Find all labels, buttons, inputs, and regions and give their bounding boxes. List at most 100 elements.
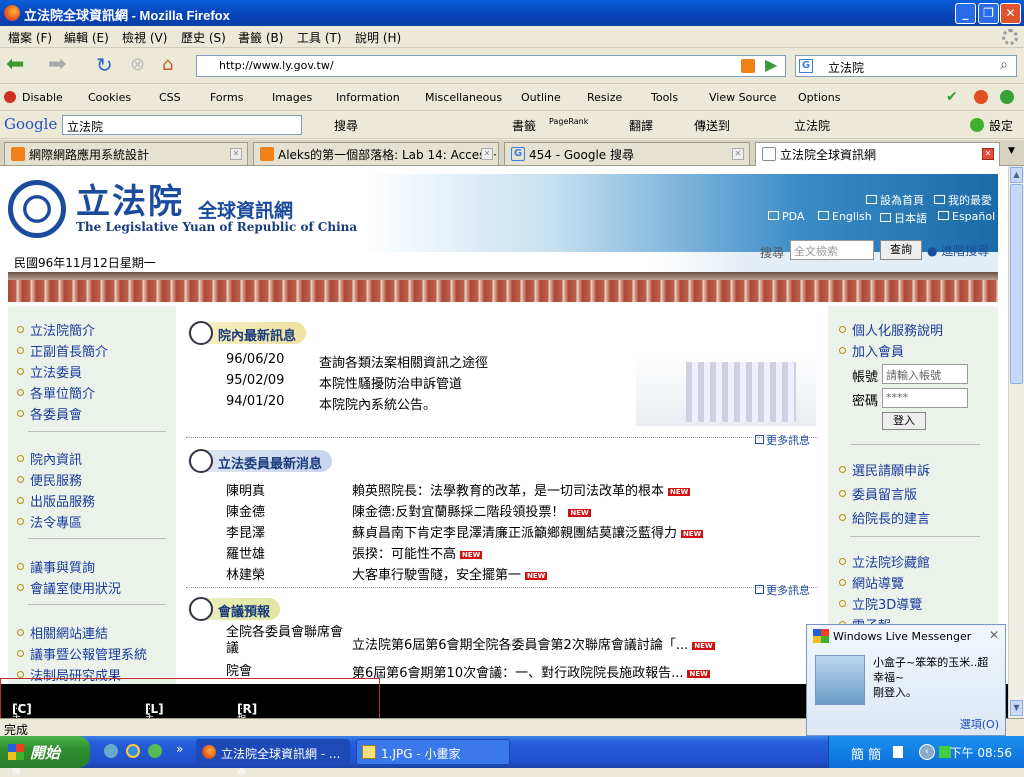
dev-forms[interactable]: Forms: [210, 91, 243, 104]
tab-item-active[interactable]: 立法院全球資訊網 ✕: [755, 142, 1000, 166]
scroll-up-icon[interactable]: ▲: [1010, 167, 1023, 183]
dev-resize[interactable]: Resize: [587, 91, 622, 104]
site-search-input[interactable]: 全文檢索: [790, 240, 874, 260]
nav-laws[interactable]: 法令專區: [16, 512, 82, 531]
dev-cookies[interactable]: Cookies: [88, 91, 131, 104]
messenger-close-icon[interactable]: ✕: [989, 628, 999, 642]
nav-about[interactable]: 立法院簡介: [16, 320, 95, 339]
go-icon[interactable]: ▶: [765, 55, 777, 74]
tab-close-icon[interactable]: ✕: [230, 148, 242, 160]
start-button[interactable]: 開始: [0, 736, 90, 768]
google-pagerank[interactable]: PageRank: [549, 117, 588, 126]
legislator-news-link[interactable]: 張揆：可能性不高 NEW: [352, 543, 483, 562]
stop-icon[interactable]: ⊗: [130, 55, 152, 77]
taskbar-firefox[interactable]: 立法院全球資訊網 - ...: [196, 739, 350, 765]
login-button[interactable]: 登入: [882, 412, 926, 430]
dev-tools[interactable]: Tools: [651, 91, 678, 104]
nav-internal-info[interactable]: 院內資訊: [16, 449, 82, 468]
advanced-search-link[interactable]: ● 進階搜尋: [927, 242, 989, 259]
google-sendto[interactable]: 傳送到: [694, 117, 730, 134]
legislator-name[interactable]: 李昆澤: [226, 522, 265, 541]
dev-view-source[interactable]: View Source: [709, 91, 776, 104]
nav-proceedings[interactable]: 議事與質詢: [16, 557, 95, 576]
dev-disable[interactable]: Disable: [22, 91, 63, 104]
dev-css[interactable]: CSS: [159, 91, 181, 104]
url-bar[interactable]: http://www.ly.gov.tw/: [196, 55, 786, 77]
google-logo[interactable]: Google: [4, 115, 57, 133]
legislator-name[interactable]: 陳明真: [226, 480, 265, 499]
legislator-news-link[interactable]: 陳金德:反對宜蘭縣採二階段領投票！ NEW: [352, 501, 591, 520]
tab-item[interactable]: G 454 - Google 搜尋 ✕: [504, 142, 750, 165]
suggestion-link[interactable]: 給院長的建言: [838, 508, 930, 527]
news-link[interactable]: 本院性騷擾防治申訴管道: [319, 373, 462, 392]
tab-close-icon[interactable]: ✕: [481, 148, 493, 160]
set-homepage-link[interactable]: 設為首頁: [866, 192, 924, 208]
search-bar[interactable]: G 立法院 ⌕: [795, 55, 1017, 77]
nav-public-service[interactable]: 便民服務: [16, 470, 82, 489]
favorites-link[interactable]: 我的最愛: [934, 192, 992, 208]
tab-close-icon[interactable]: ✕: [732, 148, 744, 160]
news-more-link[interactable]: 更多訊息: [755, 432, 810, 448]
tab-list-icon[interactable]: ▼: [1008, 146, 1015, 156]
quicklaunch-expand-icon[interactable]: »: [176, 742, 183, 756]
nav-leaders[interactable]: 正副首長簡介: [16, 341, 108, 360]
legislators-more-link[interactable]: 更多訊息: [755, 582, 810, 598]
nav-gazette-system[interactable]: 議事暨公報管理系統: [16, 644, 147, 663]
dev-images[interactable]: Images: [272, 91, 312, 104]
messenger-message[interactable]: 小盒子~笨笨的玉米..超幸福~ 剛登入。: [873, 655, 999, 700]
clock[interactable]: 下午 08:56: [950, 744, 1012, 761]
site-logo-icon[interactable]: [8, 180, 66, 238]
legislator-news-link[interactable]: 蘇貞昌南下肯定李昆澤清廉正派籲鄉親團結莫讓泛藍得力 NEW: [352, 522, 704, 541]
minimize-button[interactable]: _: [955, 3, 976, 24]
english-link[interactable]: English: [818, 210, 872, 223]
legislator-name[interactable]: 陳金德: [226, 501, 265, 520]
meeting-link[interactable]: 立法院第6屆第6會期全院各委員會第2次聯席會議討論「... NEW: [352, 634, 715, 653]
forward-icon[interactable]: ➡: [48, 54, 70, 77]
taskbar-paint[interactable]: 1.JPG - 小畫家: [356, 739, 510, 765]
legislator-name[interactable]: 羅世雄: [226, 543, 265, 562]
menu-bookmarks[interactable]: 書籤 (B): [238, 29, 283, 46]
menu-edit[interactable]: 編輯 (E): [64, 29, 109, 46]
spanish-link[interactable]: Español: [938, 210, 995, 223]
meeting-link[interactable]: 第6屆第6會期第10次會議：一、對行政院院長施政報告... NEW: [352, 662, 710, 681]
account-input[interactable]: 請輸入帳號: [882, 364, 968, 384]
messenger-icon[interactable]: [148, 744, 162, 758]
quicklaunch-icon[interactable]: [104, 744, 118, 758]
dev-information[interactable]: Information: [336, 91, 400, 104]
japanese-link[interactable]: 日本語: [880, 210, 927, 226]
google-query-input[interactable]: 立法院: [62, 115, 302, 135]
google-translate[interactable]: 翻譯: [629, 117, 653, 134]
menu-tools[interactable]: 工具 (T): [297, 29, 342, 46]
home-icon[interactable]: ⌂: [162, 55, 184, 77]
menu-history[interactable]: 歷史 (S): [181, 29, 226, 46]
google-settings[interactable]: 設定: [989, 117, 1013, 134]
back-icon[interactable]: ⬅: [6, 54, 28, 77]
nav-publications[interactable]: 出版品服務: [16, 491, 95, 510]
vertical-scrollbar[interactable]: ▲ ▼: [1008, 166, 1024, 718]
collection-link[interactable]: 立法院珍藏館: [838, 552, 930, 571]
tab-item[interactable]: 網際網路應用系統設計 ✕: [4, 142, 248, 165]
ime-icon[interactable]: [893, 746, 903, 758]
nav-legislators[interactable]: 立法委員: [16, 362, 82, 381]
dev-options[interactable]: Options: [798, 91, 840, 104]
sitemap-link[interactable]: 網站導覽: [838, 573, 904, 592]
scroll-down-icon[interactable]: ▼: [1010, 700, 1023, 716]
news-link[interactable]: 本院院內系統公告。: [319, 394, 436, 413]
google-highlight[interactable]: 立法院: [794, 117, 830, 134]
3d-tour-link[interactable]: 立院3D導覽: [838, 594, 922, 613]
menu-help[interactable]: 說明 (H): [355, 29, 401, 46]
news-link[interactable]: 查詢各類法案相關資訊之途徑: [319, 352, 488, 371]
nav-committees[interactable]: 各委員會: [16, 404, 82, 423]
dev-outline[interactable]: Outline: [521, 91, 561, 104]
google-engine-icon[interactable]: G: [799, 59, 813, 73]
dev-miscellaneous[interactable]: Miscellaneous: [425, 91, 502, 104]
site-search-button[interactable]: 查詢: [880, 240, 922, 260]
nav-related-sites[interactable]: 相關網站連結: [16, 623, 108, 642]
restore-button[interactable]: ❐: [978, 3, 999, 24]
close-button[interactable]: ✕: [1000, 3, 1021, 24]
ime-indicator[interactable]: 簡 簡: [851, 744, 881, 763]
nav-meeting-rooms[interactable]: 會議室使用狀況: [16, 578, 121, 597]
reload-icon[interactable]: ↻: [96, 55, 118, 77]
messenger-options-link[interactable]: 選項(O): [960, 716, 999, 732]
petition-link[interactable]: 選民請願申訴: [838, 460, 930, 479]
